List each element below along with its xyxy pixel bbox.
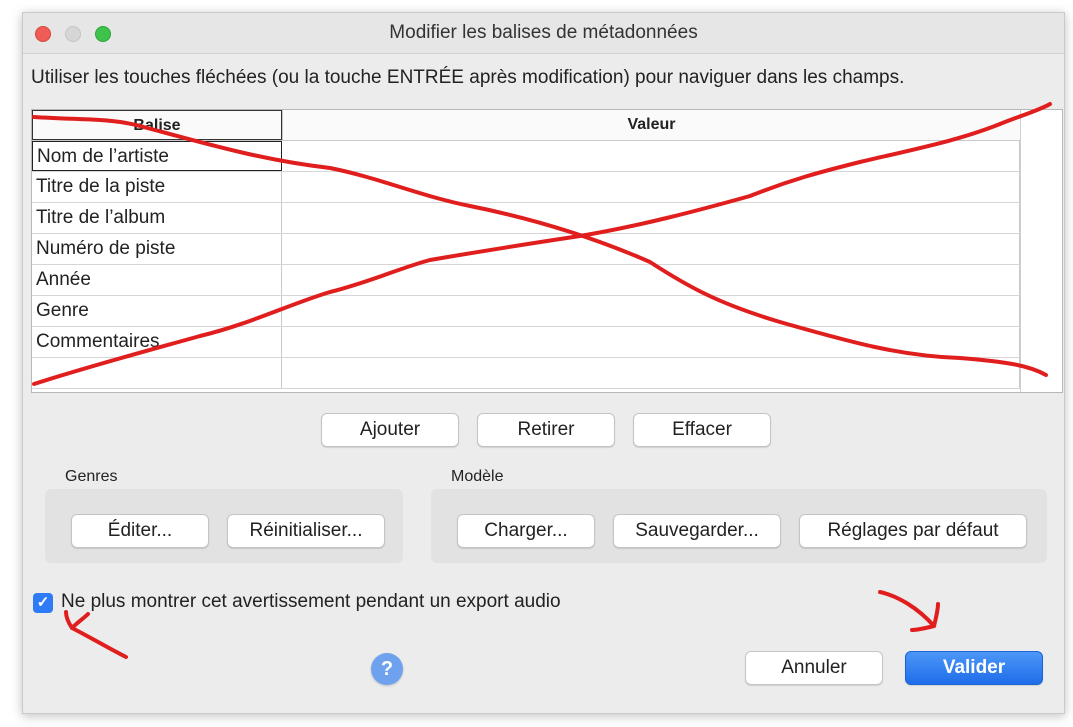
- tag-cell[interactable]: Titre de l’album: [32, 203, 282, 233]
- edit-genres-button[interactable]: Éditer...: [71, 514, 209, 548]
- title-bar: Modifier les balises de métadonnées: [23, 13, 1064, 54]
- table-scroll-gutter: [1020, 110, 1062, 392]
- dont-show-label[interactable]: Ne plus montrer cet avertissement pendan…: [61, 591, 561, 613]
- table-body: Nom de l’artiste Titre de la piste Titre…: [32, 141, 1020, 389]
- tag-cell[interactable]: Année: [32, 265, 282, 295]
- metadata-table: Balise Valeur Nom de l’artiste Titre de …: [31, 109, 1063, 393]
- table-row[interactable]: Genre: [32, 296, 1020, 327]
- table-row[interactable]: [32, 358, 1020, 389]
- checkmark-icon: ✓: [36, 594, 50, 611]
- instructions-text: Utiliser les touches fléchées (ou la tou…: [31, 67, 905, 88]
- genres-group: Éditer... Réinitialiser...: [45, 489, 403, 563]
- add-button[interactable]: Ajouter: [321, 413, 459, 447]
- tag-cell[interactable]: Numéro de piste: [32, 234, 282, 264]
- table-row[interactable]: Commentaires: [32, 327, 1020, 358]
- value-cell[interactable]: [282, 327, 1020, 357]
- remove-button[interactable]: Retirer: [477, 413, 615, 447]
- genres-group-label: Genres: [65, 468, 118, 485]
- value-cell[interactable]: [282, 358, 1020, 388]
- value-cell[interactable]: [282, 203, 1020, 233]
- ok-button[interactable]: Valider: [905, 651, 1043, 685]
- table-row[interactable]: Titre de l’album: [32, 203, 1020, 234]
- value-cell[interactable]: [282, 141, 1020, 171]
- table-row[interactable]: Nom de l’artiste: [32, 141, 1020, 172]
- value-cell[interactable]: [282, 265, 1020, 295]
- table-row[interactable]: Année: [32, 265, 1020, 296]
- dont-show-checkbox[interactable]: ✓: [33, 593, 53, 613]
- tag-cell[interactable]: Commentaires: [32, 327, 282, 357]
- clear-button[interactable]: Effacer: [633, 413, 771, 447]
- reset-genres-button[interactable]: Réinitialiser...: [227, 514, 385, 548]
- table-row[interactable]: Numéro de piste: [32, 234, 1020, 265]
- tag-cell[interactable]: [32, 358, 282, 388]
- template-group-label: Modèle: [451, 468, 504, 485]
- cancel-button[interactable]: Annuler: [745, 651, 883, 685]
- template-group: Charger... Sauvegarder... Réglages par d…: [431, 489, 1047, 563]
- table-row[interactable]: Titre de la piste: [32, 172, 1020, 203]
- column-header-value[interactable]: Valeur: [282, 110, 1020, 140]
- table-header: Balise Valeur: [32, 110, 1020, 141]
- help-button[interactable]: ?: [371, 653, 403, 685]
- load-template-button[interactable]: Charger...: [457, 514, 595, 548]
- defaults-template-button[interactable]: Réglages par défaut: [799, 514, 1027, 548]
- save-template-button[interactable]: Sauvegarder...: [613, 514, 781, 548]
- tag-cell[interactable]: Nom de l’artiste: [32, 141, 282, 171]
- tag-cell[interactable]: Titre de la piste: [32, 172, 282, 202]
- column-header-tag[interactable]: Balise: [32, 110, 282, 140]
- window-title: Modifier les balises de métadonnées: [389, 22, 698, 43]
- tag-cell[interactable]: Genre: [32, 296, 282, 326]
- value-cell[interactable]: [282, 172, 1020, 202]
- value-cell[interactable]: [282, 234, 1020, 264]
- value-cell[interactable]: [282, 296, 1020, 326]
- metadata-dialog: Modifier les balises de métadonnées Util…: [22, 12, 1065, 714]
